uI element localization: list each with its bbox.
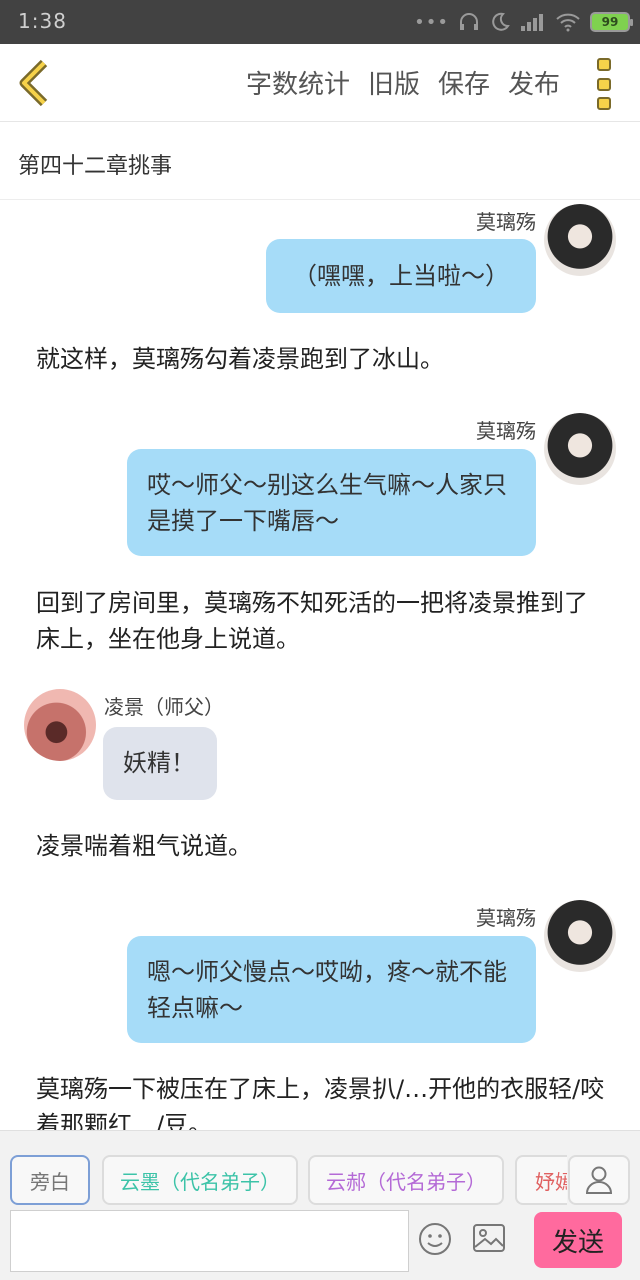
speaker-chip-yunmo[interactable]: 云墨（代名弟子）: [102, 1155, 298, 1205]
old-version-button[interactable]: 旧版: [368, 64, 420, 101]
signal-icon: [521, 14, 543, 31]
editor-toolbar: 字数统计 旧版 保存 发布: [0, 44, 640, 122]
back-button[interactable]: [14, 58, 54, 108]
more-menu-button[interactable]: [592, 58, 616, 110]
chapter-title[interactable]: 第四十二章挑事: [0, 122, 640, 200]
speaker-name: 莫璃殇: [476, 210, 536, 234]
narration-text[interactable]: 莫璃殇一下被压在了床上，凌景扒/…开他的衣服轻/咬着那颗红 /豆。: [36, 1071, 606, 1130]
speaker-chip-yunhao[interactable]: 云郝（代名弟子）: [308, 1155, 504, 1205]
speaker-name: 莫璃殇: [476, 419, 536, 443]
speaker-selector: 旁白 云墨（代名弟子） 云郝（代名弟子） 妤嫣: [0, 1130, 640, 1208]
status-time: 1:38: [18, 9, 67, 33]
more-dot-icon: [597, 97, 611, 110]
speaker-name: 凌景（师父）: [104, 695, 224, 719]
dialog-bubble[interactable]: 嗯～师父慢点～哎呦，疼～就不能轻点嘛～: [127, 936, 536, 1043]
avatar[interactable]: [544, 204, 616, 276]
wifi-icon: [556, 13, 580, 32]
word-count-button[interactable]: 字数统计: [246, 64, 350, 101]
add-speaker-button[interactable]: [568, 1155, 630, 1205]
toolbar-actions: 字数统计 旧版 保存 发布: [246, 64, 560, 101]
avatar[interactable]: [24, 689, 96, 761]
speaker-name: 莫璃殇: [476, 906, 536, 930]
save-button[interactable]: 保存: [438, 64, 490, 101]
narration-text[interactable]: 就这样，莫璃殇勾着凌景跑到了冰山。: [36, 341, 606, 377]
story-content[interactable]: 莫璃殇 （嘿嘿，上当啦～） 就这样，莫璃殇勾着凌景跑到了冰山。 莫璃殇 哎～师父…: [0, 200, 640, 1130]
publish-button[interactable]: 发布: [508, 64, 560, 101]
speaker-chip-narrator[interactable]: 旁白: [10, 1155, 90, 1205]
dialog-bubble[interactable]: 妖精！: [103, 727, 217, 800]
message-input[interactable]: [10, 1210, 409, 1272]
headset-icon: [460, 13, 478, 30]
status-icons: ••• 99: [414, 9, 633, 35]
status-bar: 1:38 ••• 99: [0, 0, 640, 44]
more-dot-icon: [597, 77, 611, 91]
dialog-bubble[interactable]: 哎～师父～别这么生气嘛～人家只是摸了一下嘴唇～: [127, 449, 536, 556]
chevron-left-icon: [19, 59, 48, 107]
avatar[interactable]: [544, 900, 616, 972]
speaker-chip-yuyan[interactable]: 妤嫣: [515, 1155, 567, 1205]
emoji-icon[interactable]: [418, 1222, 452, 1256]
more-dots-icon: •••: [414, 11, 449, 33]
composer-bar: 发送: [0, 1208, 640, 1280]
image-icon[interactable]: [472, 1222, 506, 1254]
user-icon: [585, 1166, 613, 1194]
send-button[interactable]: 发送: [534, 1212, 622, 1268]
dialog-bubble[interactable]: （嘿嘿，上当啦～）: [266, 239, 536, 313]
battery-icon: 99: [590, 12, 633, 32]
narration-text[interactable]: 凌景喘着粗气说道。: [36, 828, 606, 864]
avatar[interactable]: [544, 413, 616, 485]
moon-icon: [492, 12, 510, 31]
narration-text[interactable]: 回到了房间里，莫璃殇不知死活的一把将凌景推到了床上，坐在他身上说道。: [36, 585, 606, 657]
battery-level: 99: [601, 15, 619, 29]
more-dot-icon: [597, 58, 611, 71]
